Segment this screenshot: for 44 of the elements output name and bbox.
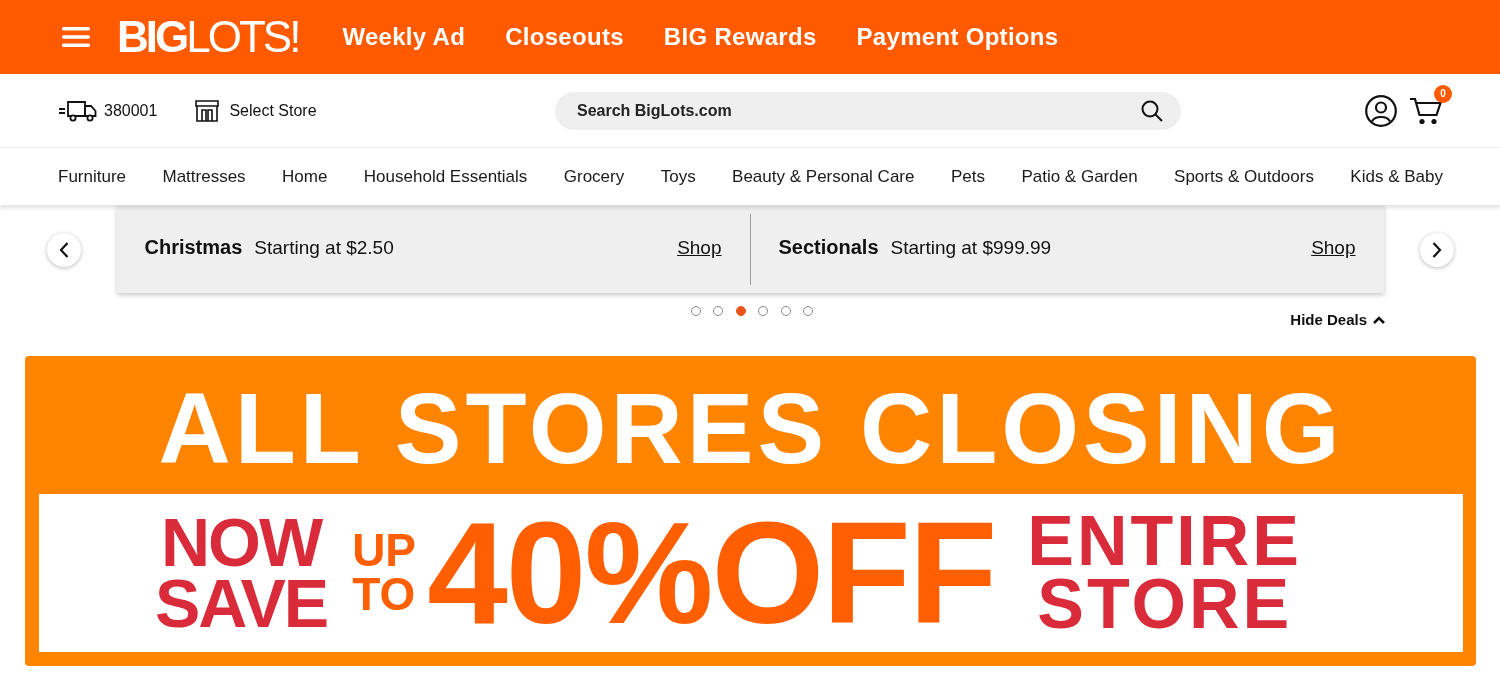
- category-link[interactable]: Grocery: [563, 166, 625, 187]
- category-link[interactable]: Toys: [660, 166, 696, 187]
- search-icon[interactable]: [1141, 99, 1163, 122]
- next-deal-button[interactable]: [1419, 232, 1454, 267]
- banner-headline: ALL STORES CLOSING: [157, 371, 1345, 486]
- store-icon[interactable]: [194, 99, 221, 122]
- carousel-dot-icon[interactable]: [735, 306, 746, 316]
- category-link[interactable]: Household Essentials: [363, 166, 528, 187]
- delivery-truck-icon[interactable]: [58, 99, 98, 122]
- carousel-dot-icon[interactable]: [803, 306, 814, 316]
- select-store-link[interactable]: Select Store: [229, 101, 317, 120]
- cart-count-badge: 0: [1434, 84, 1452, 103]
- previous-deal-button[interactable]: [46, 232, 81, 267]
- account-icon[interactable]: [1365, 94, 1397, 127]
- chevron-right-icon: [1431, 241, 1442, 258]
- shop-link[interactable]: Shop: [677, 236, 722, 259]
- deal-price: Starting at $2.50: [254, 236, 394, 259]
- category-link[interactable]: Kids & Baby: [1350, 166, 1443, 187]
- search-field[interactable]: Search BigLots.com: [555, 91, 1181, 130]
- zip-code-link[interactable]: 380001: [104, 101, 158, 120]
- now-save-text: NOW SAVE: [155, 511, 328, 635]
- category-link[interactable]: Furniture: [58, 166, 127, 187]
- menu-icon[interactable]: [62, 27, 90, 47]
- entire-store-text: ENTIRE STORE: [1027, 510, 1303, 636]
- discount-text: 40%OFF: [427, 500, 996, 646]
- category-link[interactable]: Pets: [950, 166, 985, 187]
- hide-deals-button[interactable]: Hide Deals: [1290, 311, 1385, 328]
- category-link[interactable]: Patio & Garden: [1021, 166, 1138, 187]
- carousel-dot-icon[interactable]: [758, 306, 769, 316]
- shop-link[interactable]: Shop: [1311, 236, 1356, 259]
- deal-price: Starting at $999.99: [890, 236, 1052, 259]
- carousel-dot-icon[interactable]: [690, 306, 701, 316]
- category-link[interactable]: Beauty & Personal Care: [732, 166, 915, 187]
- chevron-left-icon: [58, 241, 69, 258]
- up-to-text: UP TO: [352, 529, 416, 617]
- deal-title: Christmas: [144, 236, 243, 259]
- caret-up-icon: [1373, 315, 1385, 324]
- category-link[interactable]: Home: [282, 166, 328, 187]
- deal-title: Sectionals: [778, 236, 879, 259]
- carousel-dot-icon[interactable]: [713, 306, 724, 316]
- category-link[interactable]: Mattresses: [162, 166, 246, 187]
- cart-icon[interactable]: [1409, 95, 1443, 126]
- category-link[interactable]: Sports & Outdoors: [1174, 166, 1314, 187]
- carousel-dot-icon[interactable]: [780, 306, 791, 316]
